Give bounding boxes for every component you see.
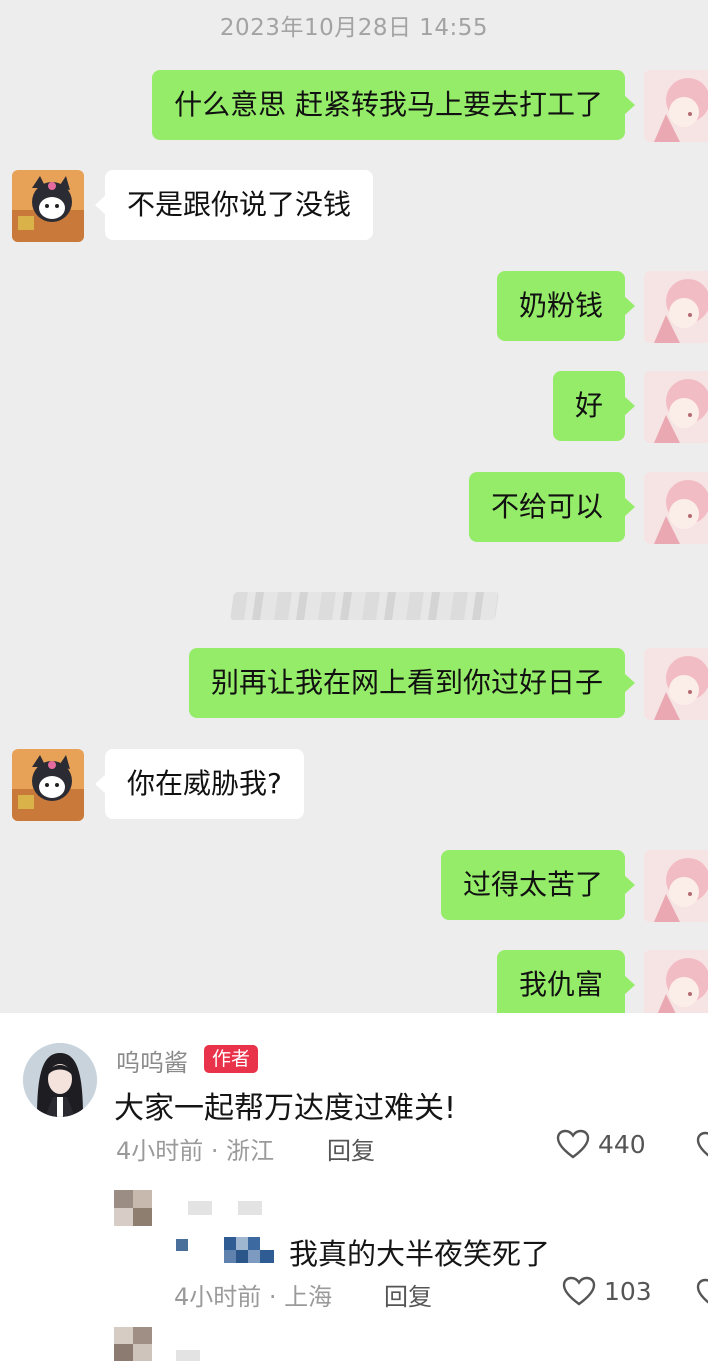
my-message-bubble[interactable]: 什么意思 赶紧转我马上要去打工了 [152,70,635,140]
reply-button[interactable]: 回复 [327,1131,375,1166]
heart-icon [562,1276,596,1306]
my-message-bubble[interactable]: 奶粉钱 [496,271,636,341]
heart-icon[interactable] [696,1131,708,1161]
contact-avatar[interactable] [12,170,84,242]
my-avatar[interactable] [644,950,708,1013]
redacted-username [238,1201,262,1215]
reply-comment-text: 我真的大半夜笑死了 [289,1237,551,1271]
my-message-bubble[interactable]: 我仇富 [496,950,636,1013]
author-name[interactable]: 呜呜酱 [116,1043,188,1078]
my-avatar[interactable] [644,70,708,142]
message-row: 别再让我在网上看到你过好日子 [0,648,708,720]
reply-comment-meta: 4小时前 · 上海 [174,1283,333,1311]
message-row: 你在威胁我? [0,749,708,821]
message-row: 好 [0,371,708,443]
comment-text: 大家一起帮万达度过难关! [114,1091,457,1126]
redacted-mention [224,1237,274,1263]
redacted-username [176,1350,200,1361]
comment-section: 呜呜酱 作者 大家一起帮万达度过难关! 4小时前 · 浙江 回复 440 我真的… [0,1013,708,1361]
message-row: 不是跟你说了没钱 [0,170,708,242]
contact-avatar[interactable] [12,749,84,821]
message-row: 过得太苦了 [0,850,708,922]
reply-button[interactable]: 回复 [384,1277,432,1312]
redacted-avatar[interactable] [114,1327,152,1361]
chat-screenshot: 2023年10月28日 14:55 什么意思 赶紧转我马上要去打工了 不是跟你说… [0,0,708,1013]
my-avatar[interactable] [644,271,708,343]
like-count: 103 [604,1276,652,1306]
message-row: 不给可以 [0,472,708,544]
my-avatar[interactable] [644,371,708,443]
my-avatar[interactable] [644,850,708,922]
my-message-bubble[interactable]: 过得太苦了 [440,850,636,920]
like-count: 440 [598,1129,646,1159]
contact-message-bubble[interactable]: 不是跟你说了没钱 [94,170,374,240]
my-message-bubble[interactable]: 好 [552,371,636,441]
author-avatar[interactable] [23,1043,97,1117]
chat-timestamp: 2023年10月28日 14:55 [219,15,489,41]
redacted-system-notice [230,592,499,620]
message-row: 什么意思 赶紧转我马上要去打工了 [0,70,708,142]
my-avatar[interactable] [644,648,708,720]
heart-icon[interactable] [696,1278,708,1308]
redacted-mention [176,1239,188,1251]
redacted-username [188,1201,212,1215]
message-row: 我仇富 [0,950,708,1013]
like-button[interactable]: 103 [562,1276,652,1306]
message-row: 奶粉钱 [0,271,708,343]
my-message-bubble[interactable]: 别再让我在网上看到你过好日子 [188,648,636,718]
redacted-avatar[interactable] [114,1190,152,1226]
comment-meta: 4小时前 · 浙江 [116,1137,275,1165]
author-badge: 作者 [204,1045,259,1073]
heart-icon [556,1129,590,1159]
contact-message-bubble[interactable]: 你在威胁我? [95,749,304,819]
my-message-bubble[interactable]: 不给可以 [468,472,636,542]
like-button[interactable]: 440 [556,1129,646,1159]
my-avatar[interactable] [644,472,708,544]
